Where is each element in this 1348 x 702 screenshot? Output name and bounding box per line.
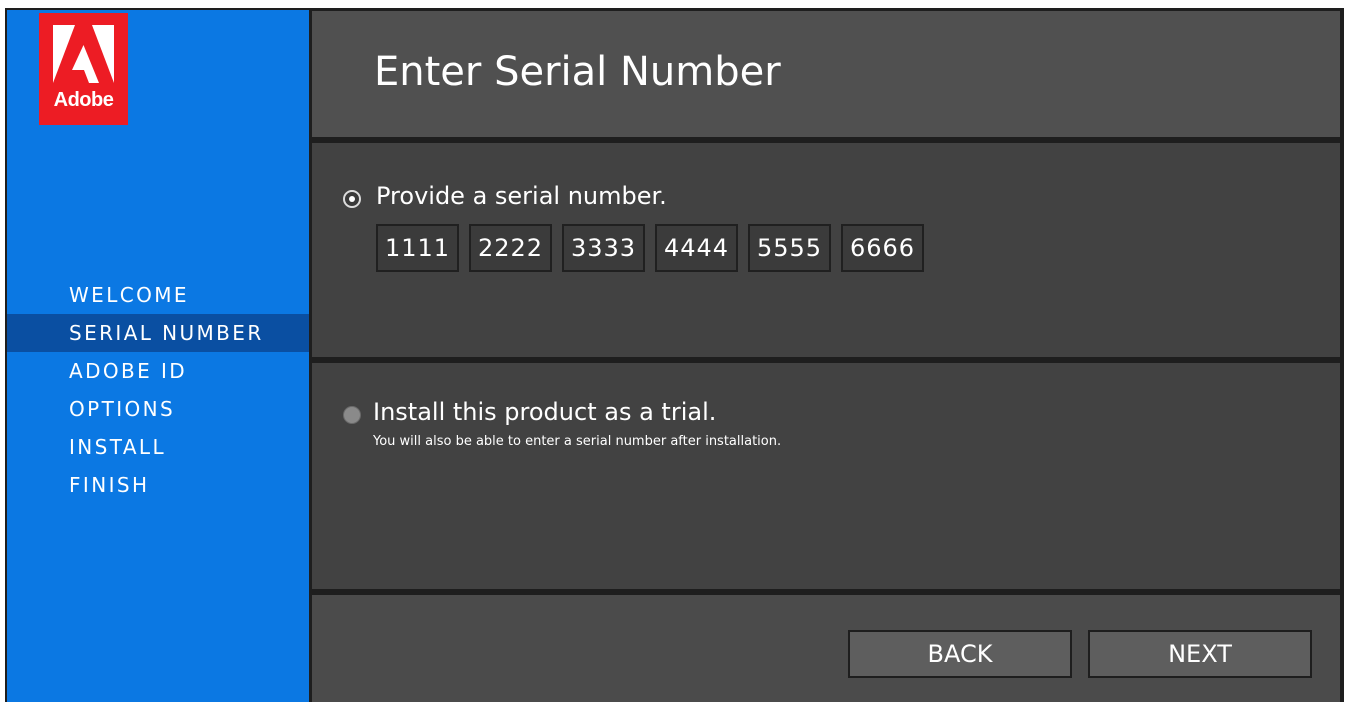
trial-radio[interactable] [343,406,361,424]
sidebar-item-install[interactable]: INSTALL [7,428,309,466]
next-button[interactable]: NEXT [1088,630,1312,678]
installer-window: Adobe WELCOME SERIAL NUMBER ADOBE ID OPT… [5,8,1344,702]
serial-number-radio[interactable] [343,190,361,208]
footer: BACK NEXT [312,595,1340,702]
serial-field-2[interactable]: 2222 [469,224,552,272]
page-title: Enter Serial Number [374,49,781,95]
sidebar-item-serial-number[interactable]: SERIAL NUMBER [7,314,309,352]
serial-field-6[interactable]: 6666 [841,224,924,272]
adobe-logo: Adobe [39,13,128,125]
sidebar-item-adobe-id[interactable]: ADOBE ID [7,352,309,390]
trial-section: Install this product as a trial. You wil… [312,363,1340,589]
sidebar-item-finish[interactable]: FINISH [7,466,309,504]
sidebar: Adobe WELCOME SERIAL NUMBER ADOBE ID OPT… [7,10,309,702]
serial-number-section: Provide a serial number. 1111 2222 3333 … [312,143,1340,357]
back-button[interactable]: BACK [848,630,1072,678]
adobe-a-icon [53,25,114,83]
serial-field-3[interactable]: 3333 [562,224,645,272]
serial-field-1[interactable]: 1111 [376,224,459,272]
trial-option-sublabel: You will also be able to enter a serial … [373,434,782,449]
serial-field-4[interactable]: 4444 [655,224,738,272]
trial-option-label[interactable]: Install this product as a trial. [373,398,716,426]
serial-field-5[interactable]: 5555 [748,224,831,272]
serial-number-option-label[interactable]: Provide a serial number. [376,182,667,210]
logo-text: Adobe [53,89,114,111]
step-navigation: WELCOME SERIAL NUMBER ADOBE ID OPTIONS I… [7,276,309,504]
sidebar-item-welcome[interactable]: WELCOME [7,276,309,314]
serial-number-fields: 1111 2222 3333 4444 5555 6666 [376,224,924,272]
header: Enter Serial Number [312,11,1340,137]
sidebar-item-options[interactable]: OPTIONS [7,390,309,428]
